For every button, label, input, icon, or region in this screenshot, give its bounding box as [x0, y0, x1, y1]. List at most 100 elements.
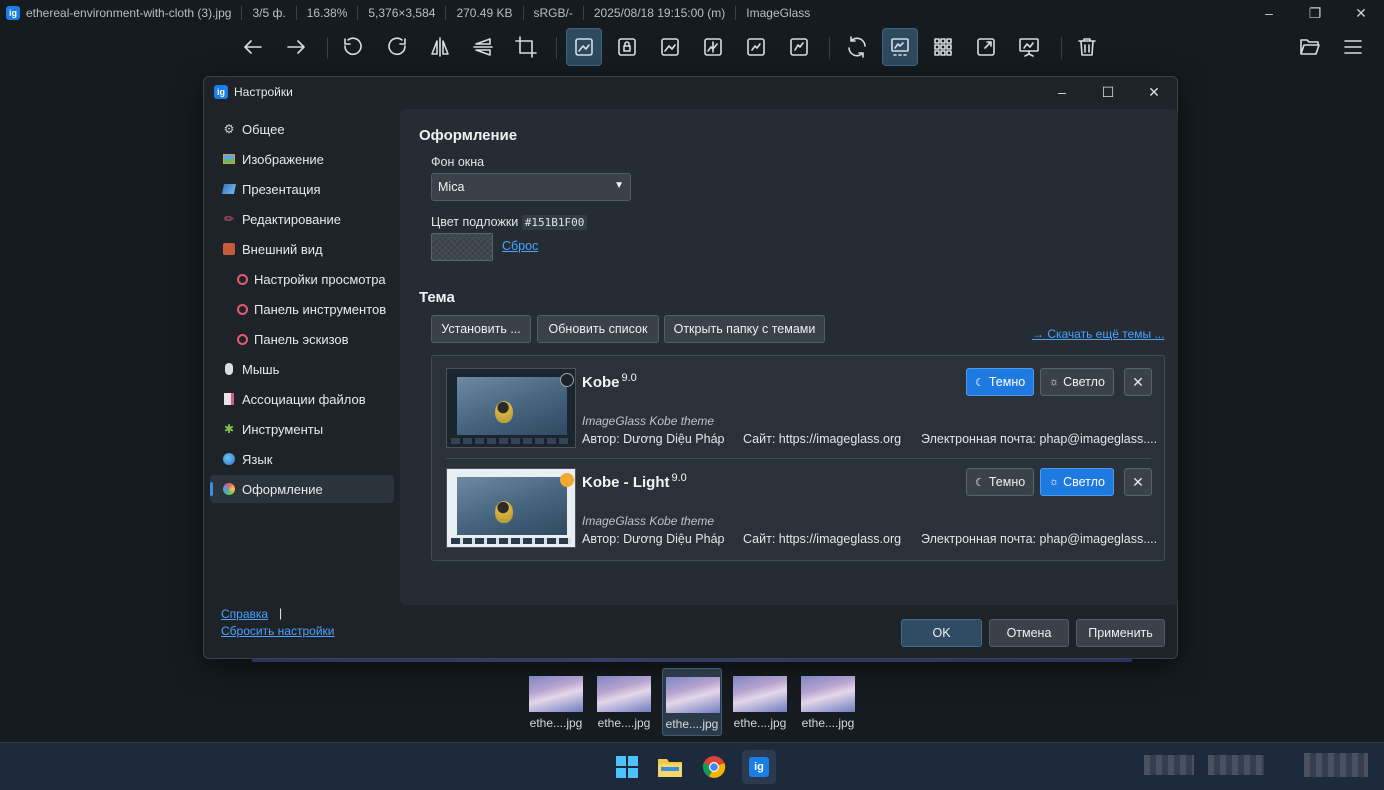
- nav-label: Изображение: [242, 151, 324, 167]
- cancel-button[interactable]: Отмена: [989, 619, 1069, 647]
- open-themes-folder-button[interactable]: Открыть папку с темами: [664, 315, 825, 343]
- nav-label: Инструменты: [242, 421, 324, 437]
- start-icon[interactable]: [613, 753, 641, 781]
- minimize-button[interactable]: –: [1246, 0, 1292, 26]
- nav-theme[interactable]: Оформление: [210, 475, 394, 503]
- theme-email: Электронная почта: phap@imageglass....: [921, 432, 1158, 446]
- dialog-close-button[interactable]: ✕: [1131, 77, 1177, 107]
- help-link[interactable]: Справка: [221, 606, 334, 623]
- dialog-minimize-button[interactable]: –: [1039, 77, 1085, 107]
- thumbnail-gallery: ethe....jpg ethe....jpg ethe....jpg ethe…: [526, 668, 858, 738]
- auto-zoom-icon[interactable]: [738, 28, 774, 66]
- refresh-icon[interactable]: [839, 28, 875, 66]
- menu-icon[interactable]: [1335, 28, 1371, 66]
- gallery-item-selected[interactable]: ethe....jpg: [662, 668, 722, 736]
- backdrop-color-swatch[interactable]: [431, 233, 493, 261]
- dialog-title-bar: ig Настройки – ☐ ✕: [204, 77, 1177, 107]
- gallery-item[interactable]: ethe....jpg: [526, 668, 586, 736]
- nav-file-associations[interactable]: Ассоциации файлов: [210, 385, 394, 413]
- close-window-button[interactable]: ✕: [1338, 0, 1384, 26]
- restore-button[interactable]: ❐: [1292, 0, 1338, 26]
- apply-button[interactable]: Применить: [1076, 619, 1165, 647]
- theme-thumbnail: [446, 468, 576, 548]
- refresh-themes-button[interactable]: Обновить список: [537, 315, 659, 343]
- reset-settings-link[interactable]: Сбросить настройки: [221, 623, 334, 640]
- remove-theme-button[interactable]: ✕: [1124, 368, 1152, 396]
- close-icon: ✕: [1132, 373, 1144, 390]
- gallery-item[interactable]: ethe....jpg: [730, 668, 790, 736]
- nav-viewer-settings[interactable]: Настройки просмотра: [210, 265, 394, 293]
- nav-label: Панель инструментов: [254, 301, 387, 317]
- link-separator: |: [279, 606, 283, 620]
- nav-gallery[interactable]: Панель эскизов: [210, 325, 394, 353]
- crop-icon[interactable]: [508, 28, 544, 66]
- arrow-right-icon[interactable]: [278, 28, 314, 66]
- nav-editing[interactable]: ✏ Редактирование: [210, 205, 394, 233]
- rotate-left-icon[interactable]: [335, 28, 371, 66]
- nav-general[interactable]: ⚙ Общее: [210, 115, 394, 143]
- image-dimensions: 5,376×3,584: [357, 6, 445, 20]
- scale-height-icon[interactable]: [695, 28, 731, 66]
- download-themes-link[interactable]: → Скачать ещё темы ...: [1032, 327, 1164, 341]
- file-name: ethereal-environment-with-cloth (3).jpg: [26, 6, 232, 20]
- nav-appearance-group[interactable]: Внешний вид: [210, 235, 394, 263]
- dark-mode-button[interactable]: ☾ Темно: [966, 368, 1035, 396]
- clock[interactable]: [1304, 753, 1368, 777]
- file-size: 270.49 KB: [445, 6, 522, 20]
- theme-card-kobe-light[interactable]: Kobe - Light 9.0 ImageGlass Kobe theme Ав…: [446, 468, 1157, 560]
- theme-description: ImageGlass Kobe theme: [582, 414, 715, 428]
- gallery-item[interactable]: ethe....jpg: [594, 668, 654, 736]
- zoom-fit-icon[interactable]: [566, 28, 602, 66]
- chrome-icon[interactable]: [700, 753, 728, 781]
- gallery-thumbnail: [666, 677, 720, 713]
- taskbar: ig: [0, 742, 1384, 790]
- checkerboard-icon[interactable]: [925, 28, 961, 66]
- flip-horizontal-icon[interactable]: [422, 28, 458, 66]
- dialog-maximize-button[interactable]: ☐: [1085, 77, 1131, 107]
- sun-icon: ☼: [1049, 376, 1060, 388]
- system-tray[interactable]: [1144, 755, 1194, 775]
- theme-card-kobe[interactable]: Kobe 9.0 ImageGlass Kobe theme Автор: Dươ…: [446, 368, 1157, 460]
- gallery-icon[interactable]: [882, 28, 918, 66]
- chevron-down-icon: ▼: [614, 180, 624, 191]
- palette-box-icon: [222, 242, 236, 256]
- scale-to-fill-icon[interactable]: [781, 28, 817, 66]
- light-mode-button[interactable]: ☼ Светло: [1040, 368, 1114, 396]
- sun-icon: [560, 473, 574, 487]
- image-icon: [222, 152, 236, 166]
- window-bg-select[interactable]: Mica ▼: [431, 173, 631, 201]
- ring-icon: [237, 273, 248, 285]
- delete-icon[interactable]: [1069, 28, 1105, 66]
- dark-mode-button[interactable]: ☾ Темно: [966, 468, 1035, 496]
- nav-image[interactable]: Изображение: [210, 145, 394, 173]
- ring-icon: [237, 303, 248, 315]
- nav-mouse[interactable]: Мышь: [210, 355, 394, 383]
- theme-site: Сайт: https://imageglass.org: [743, 532, 902, 546]
- reset-color-link[interactable]: Сброс: [502, 239, 538, 253]
- flip-vertical-icon[interactable]: [465, 28, 501, 66]
- ok-button[interactable]: OK: [901, 619, 982, 647]
- lock-zoom-icon[interactable]: [609, 28, 645, 66]
- imageglass-logo: ig: [749, 757, 769, 777]
- nav-language[interactable]: Язык: [210, 445, 394, 473]
- nav-slideshow[interactable]: Презентация: [210, 175, 394, 203]
- date-modified: 2025/08/18 19:15:00 (m): [582, 6, 735, 20]
- nav-tools[interactable]: ✱ Инструменты: [210, 415, 394, 443]
- file-explorer-icon[interactable]: [656, 753, 684, 781]
- nav-toolbar[interactable]: Панель инструментов: [210, 295, 394, 323]
- arrow-left-icon[interactable]: [235, 28, 271, 66]
- remove-theme-button[interactable]: ✕: [1124, 468, 1152, 496]
- gallery-item[interactable]: ethe....jpg: [798, 668, 858, 736]
- imageglass-taskbar-icon[interactable]: ig: [742, 750, 776, 784]
- fullscreen-icon[interactable]: [968, 28, 1004, 66]
- backdrop-color-text: Цвет подложки: [431, 215, 519, 229]
- light-mode-button[interactable]: ☼ Светло: [1040, 468, 1114, 496]
- scale-width-icon[interactable]: [652, 28, 688, 66]
- app-name: ImageGlass: [735, 6, 820, 20]
- theme-thumbnail: [446, 368, 576, 448]
- slideshow-icon[interactable]: [1011, 28, 1047, 66]
- install-theme-button[interactable]: Установить ...: [431, 315, 531, 343]
- rotate-right-icon[interactable]: [379, 28, 415, 66]
- system-tray-icons[interactable]: [1208, 755, 1264, 775]
- open-file-icon[interactable]: [1292, 28, 1328, 66]
